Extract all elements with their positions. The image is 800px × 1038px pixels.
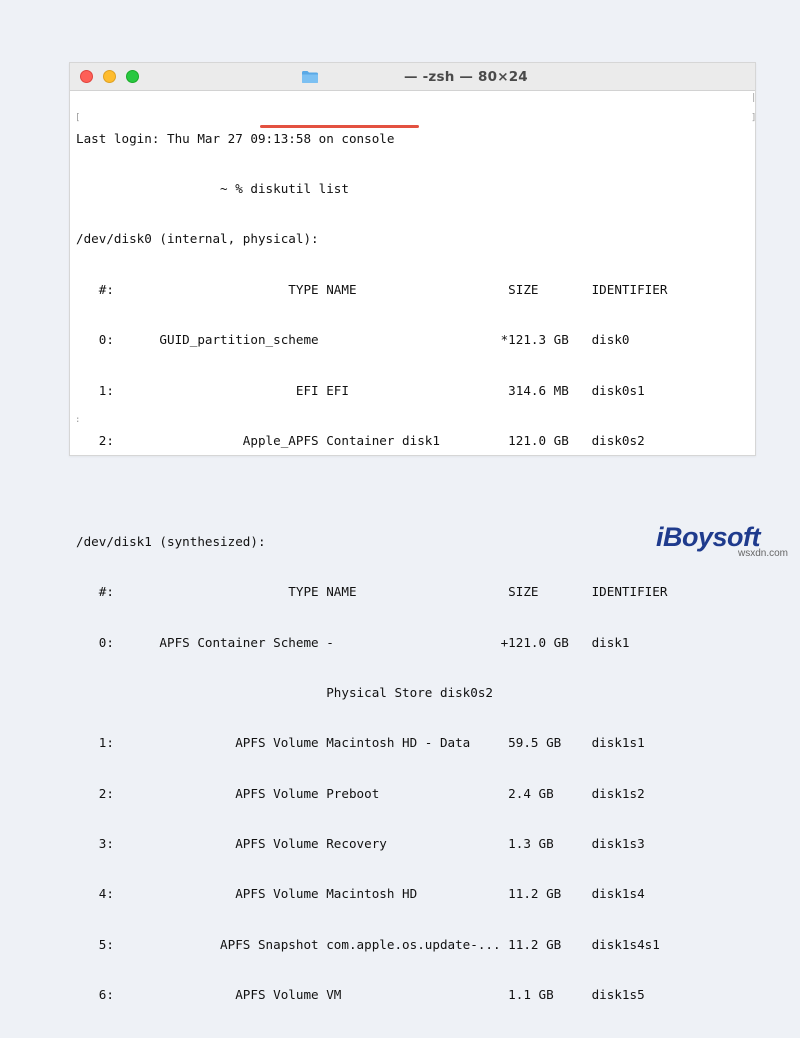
window-title: — -zsh — 80×24: [404, 69, 528, 85]
terminal-line: 0: APFS Container Scheme - +121.0 GB dis…: [76, 634, 630, 650]
line-marker: :: [75, 415, 81, 425]
terminal-line: Physical Store disk0s2: [76, 684, 494, 700]
terminal-line: /dev/disk0 (internal, physical):: [76, 231, 319, 247]
scroll-indicator: |: [751, 93, 757, 103]
terminal-window: — -zsh — 80×24 Last login: Thu Mar 27 09…: [69, 62, 757, 1002]
line-marker: ]: [751, 113, 757, 123]
folder-icon: [302, 71, 318, 83]
terminal-line: 3: APFS Volume Recovery 1.3 GB disk1s3: [76, 836, 645, 852]
site-watermark: wsxdn.com: [738, 548, 789, 559]
terminal-output[interactable]: Last login: Thu Mar 27 09:13:58 on conso…: [76, 97, 667, 1038]
terminal-line: 1: APFS Volume Macintosh HD - Data 59.5 …: [76, 735, 645, 751]
command-highlight-underline: [260, 125, 419, 128]
terminal-line: 4: APFS Volume Macintosh HD 11.2 GB disk…: [76, 886, 645, 902]
terminal-line: 0: GUID_partition_scheme *121.3 GB disk0: [76, 332, 630, 348]
terminal-line: 6: APFS Volume VM 1.1 GB disk1s5: [76, 987, 645, 1003]
title-bar: — -zsh — 80×24: [70, 63, 755, 91]
terminal-line: 2: APFS Volume Preboot 2.4 GB disk1s2: [76, 785, 645, 801]
terminal-line: #: TYPE NAME SIZE IDENTIFIER: [76, 584, 668, 600]
terminal-line: 5: APFS Snapshot com.apple.os.update-...…: [76, 936, 660, 952]
terminal-line: ~ % diskutil list: [76, 180, 349, 196]
zoom-icon[interactable]: [126, 70, 139, 83]
terminal-line: 1: EFI EFI 314.6 MB disk0s1: [76, 382, 645, 398]
minimize-icon[interactable]: [103, 70, 116, 83]
terminal-line: Last login: Thu Mar 27 09:13:58 on conso…: [76, 130, 395, 146]
line-marker: [: [75, 113, 81, 123]
terminal-line: /dev/disk1 (synthesized):: [76, 533, 266, 549]
terminal-line: 2: Apple_APFS Container disk1 121.0 GB d…: [76, 432, 645, 448]
terminal-line: #: TYPE NAME SIZE IDENTIFIER: [76, 281, 668, 297]
close-icon[interactable]: [80, 70, 93, 83]
